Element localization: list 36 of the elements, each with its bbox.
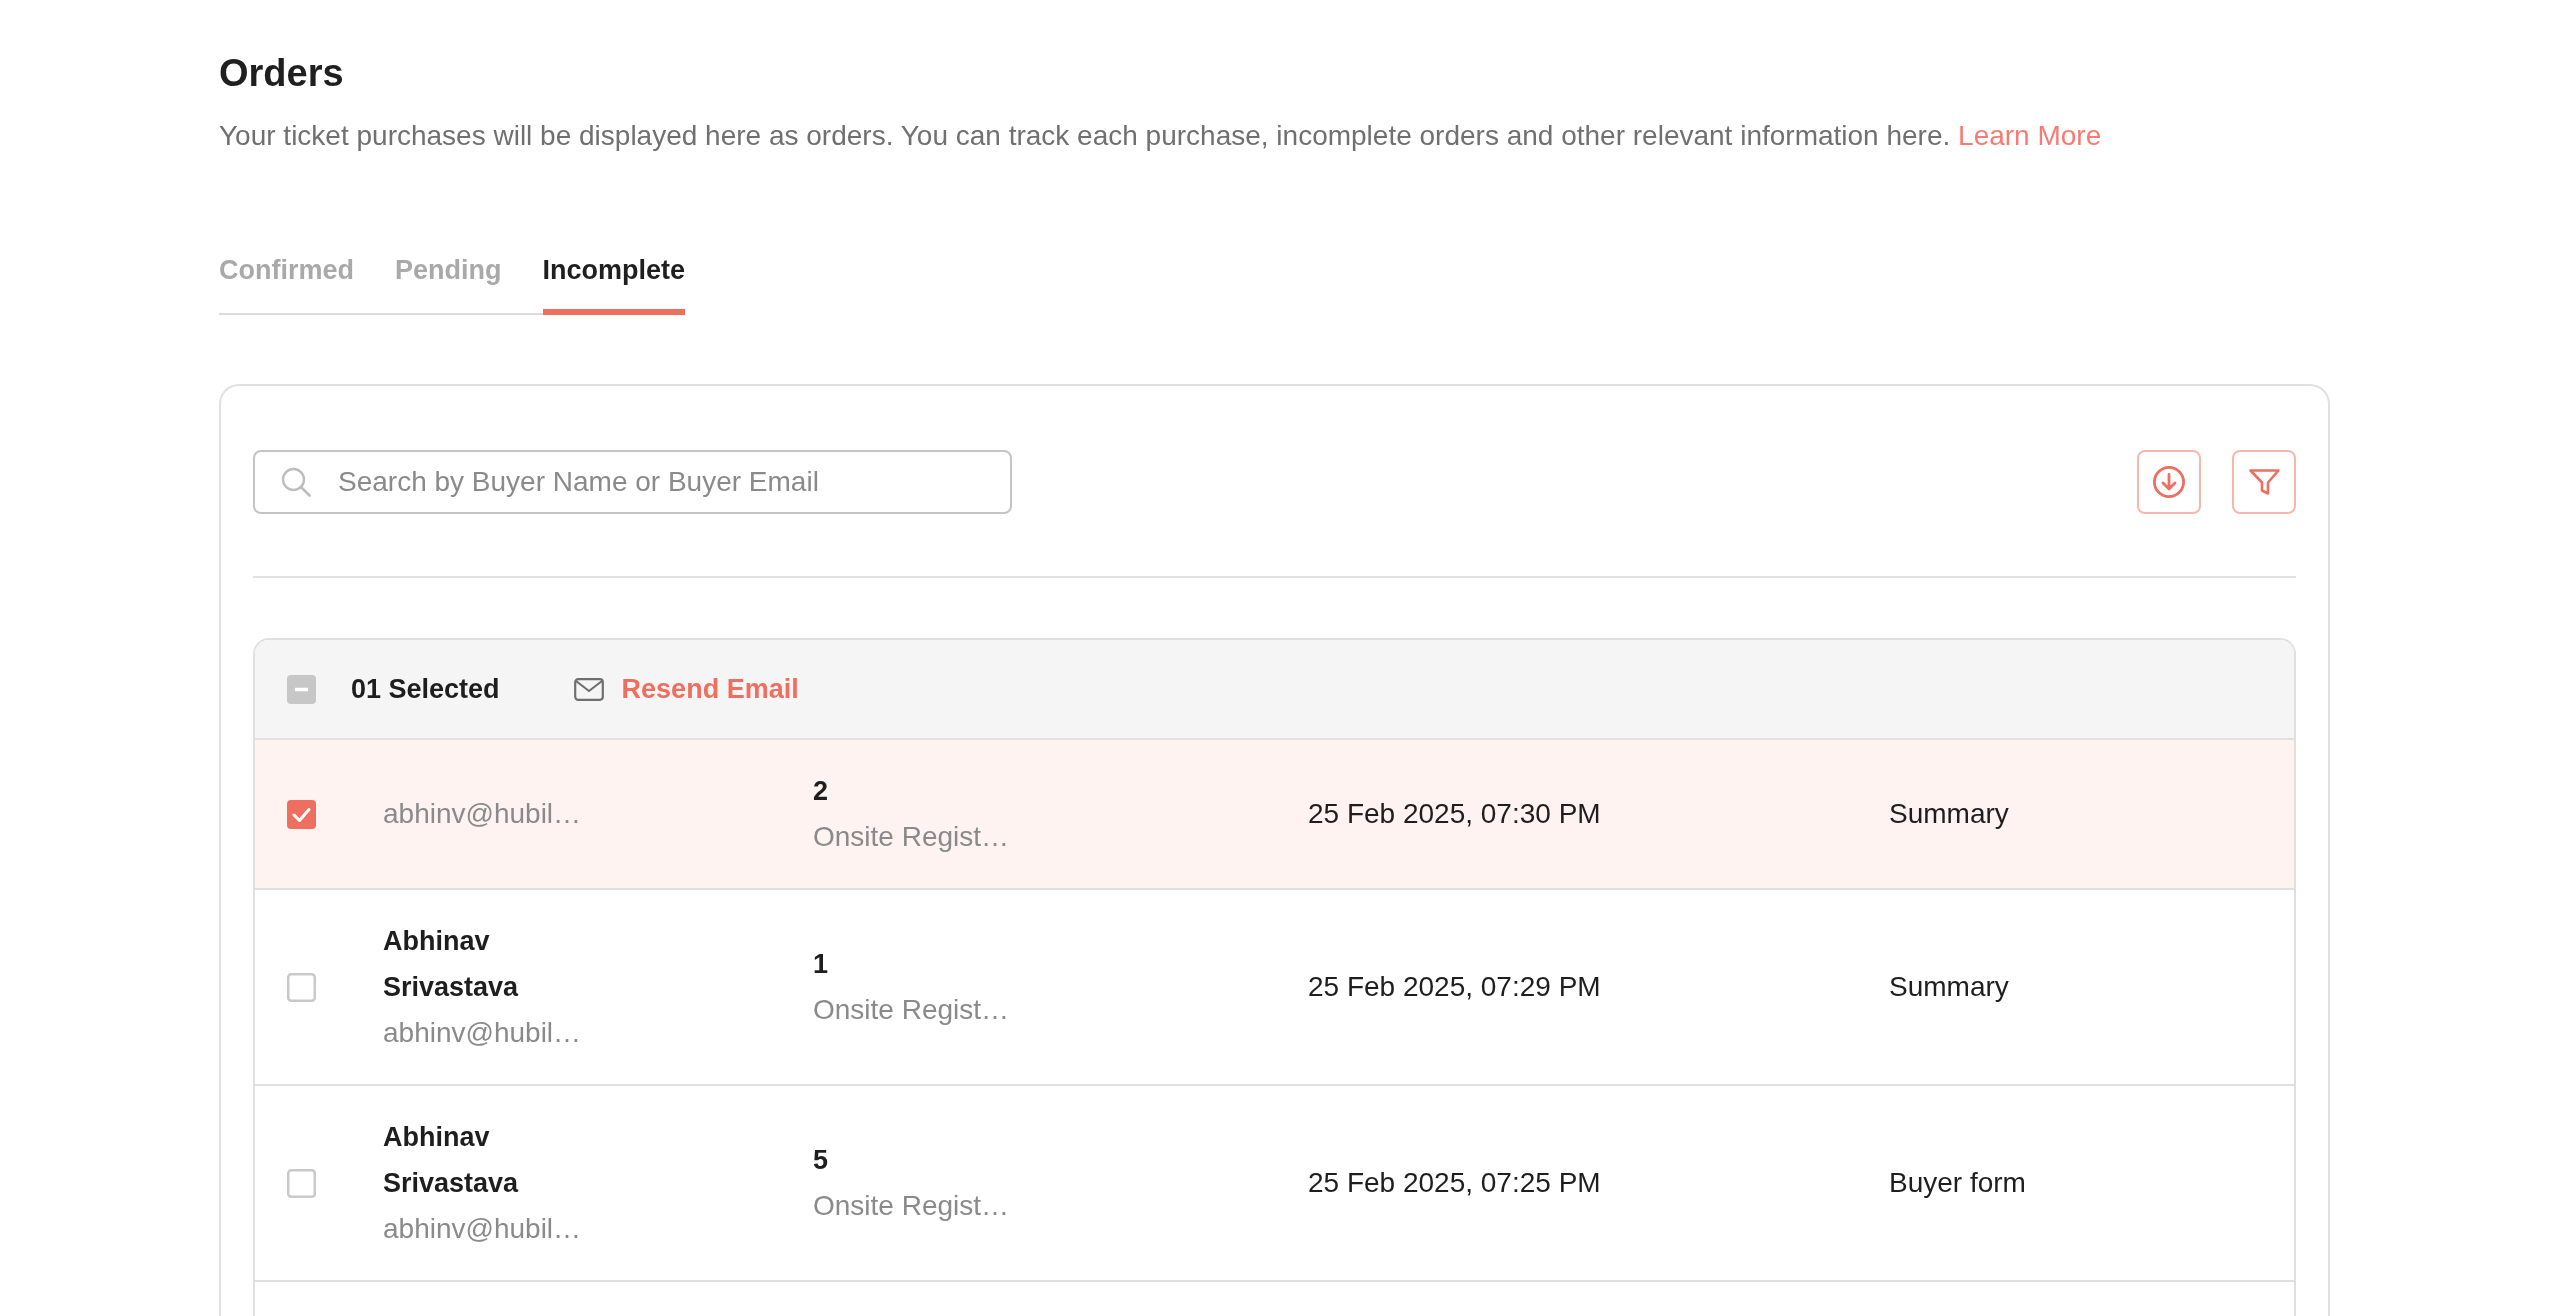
filter-icon [2248, 469, 2280, 495]
step-label: Buyer form [1889, 1166, 2026, 1200]
ticket-count: 5 [813, 1144, 829, 1177]
resend-email-button[interactable]: Resend Email [573, 673, 799, 705]
row-checkbox[interactable] [287, 1168, 316, 1198]
page-description: Your ticket purchases will be displayed here as orders. You can track each purchase, incomplete orders and other relevant information here. Learn More [219, 119, 2102, 153]
tab[interactable]: Confirmed [219, 253, 354, 315]
select-all-checkbox[interactable] [287, 674, 316, 704]
tab[interactable]: Incomplete [542, 253, 686, 315]
buyer-email: abhinv@hubil… [383, 797, 582, 831]
ticket-count: 2 [813, 775, 829, 808]
tab[interactable]: Pending [395, 253, 502, 315]
download-icon [2152, 465, 2186, 499]
ticket-name: Onsite Regist… [813, 820, 1010, 854]
order-date: 25 Feb 2025, 07:25 PM [1308, 1166, 1601, 1200]
buyer-email: abhinv@hubil… [383, 1212, 582, 1246]
download-button[interactable] [2137, 450, 2201, 514]
page-title: Orders [219, 51, 344, 96]
order-date: 25 Feb 2025, 07:29 PM [1308, 970, 1601, 1004]
ticket-name: Onsite Regist… [813, 993, 1010, 1027]
learn-more-link[interactable]: Learn More [1958, 120, 2102, 151]
row-checkbox[interactable] [287, 972, 316, 1002]
ticket-name: Onsite Regist… [813, 1189, 1010, 1223]
step-label: Summary [1889, 797, 2009, 831]
search-icon [281, 467, 311, 497]
search-field[interactable]: Search by Buyer Name or Buyer Email [253, 450, 1012, 514]
mail-icon [573, 677, 604, 701]
filter-button[interactable] [2232, 450, 2296, 514]
ticket-count: 1 [813, 948, 829, 981]
buyer-name: Abhinav Srivastava [383, 1121, 519, 1200]
order-date: 25 Feb 2025, 07:30 PM [1308, 797, 1601, 831]
row-checkbox[interactable] [287, 799, 316, 829]
step-label: Summary [1889, 970, 2009, 1004]
selection-count: 01 Selected [351, 673, 500, 705]
buyer-name: Abhinav Srivastava [383, 925, 519, 1004]
buyer-email: abhinv@hubil… [383, 1016, 582, 1050]
